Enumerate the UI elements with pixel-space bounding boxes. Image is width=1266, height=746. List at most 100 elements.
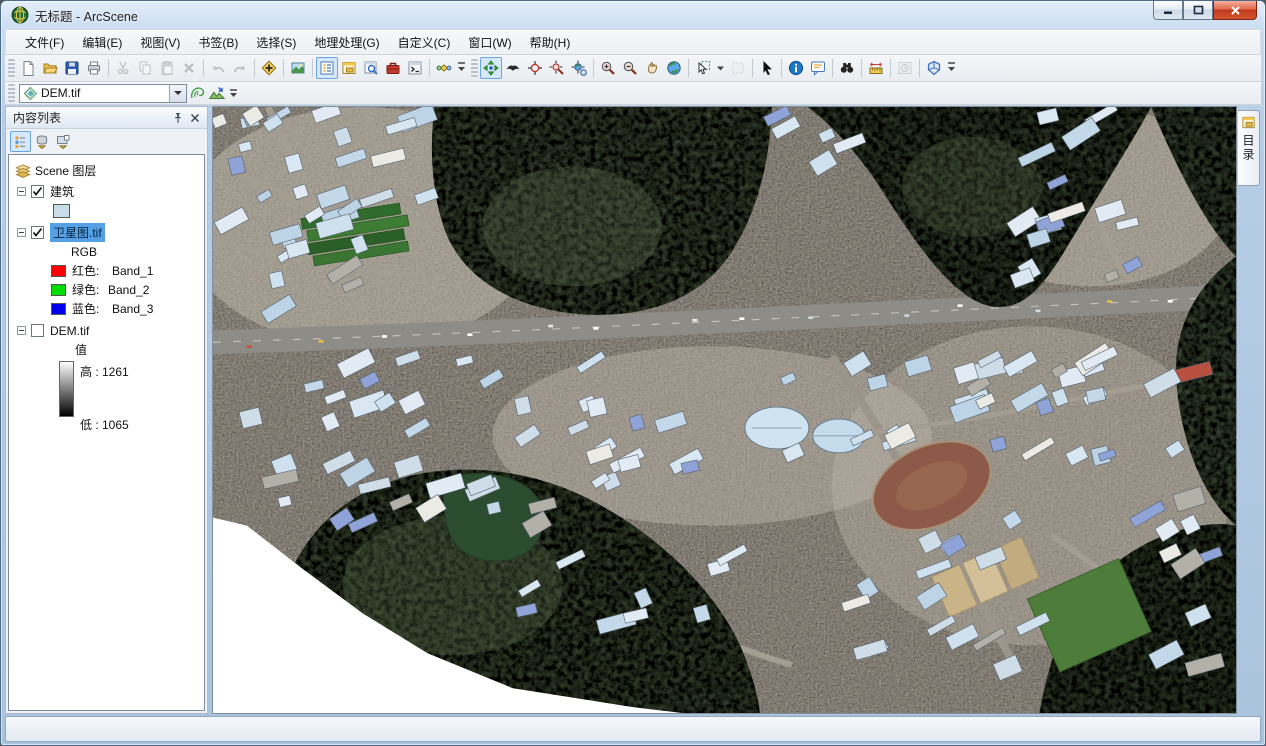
toolbar-overflow-button[interactable] [227,82,240,104]
layer-select-combo[interactable]: DEM.tif [19,84,187,103]
toolbar-grip[interactable] [8,59,15,77]
full-extent-button[interactable] [663,57,685,79]
restore-icon [1193,5,1204,15]
clear-selection-icon [730,60,746,76]
menu-window[interactable]: 窗口(W) [459,30,520,55]
building-symbol-swatch[interactable] [53,204,70,218]
select-graphics-dropdown[interactable] [714,57,727,79]
scene-layers-group[interactable]: Scene 图层 [15,161,204,180]
satellite-layer-label[interactable]: 卫星图.tif [50,223,105,242]
dem-checkbox[interactable] [31,324,44,337]
minimize-button[interactable] [1153,1,1183,20]
find-button[interactable] [836,57,858,79]
catalog-window-button[interactable] [338,57,360,79]
html-popup-button[interactable] [807,57,829,79]
catalog-tab[interactable]: 目录 [1238,110,1260,186]
zoom-to-target-button[interactable] [546,57,568,79]
satellite-checkbox[interactable] [31,226,44,239]
close-button[interactable] [1213,1,1257,20]
title-bar[interactable]: 无标题 - ArcScene [5,1,1261,29]
building-layer-label[interactable]: 建筑 [50,183,74,200]
select-features-button[interactable] [756,57,778,79]
collapse-toggle[interactable] [17,326,26,335]
python-window-icon [407,60,423,76]
new-document-button[interactable] [17,57,39,79]
menu-help[interactable]: 帮助(H) [521,30,580,55]
toolbar-overflow-button[interactable] [455,57,468,79]
arcscene-logo-icon [11,6,29,24]
scene-group-label[interactable]: Scene 图层 [35,162,96,179]
fly-icon [505,60,521,76]
main-area: 内容列表 Scene 图层 建筑 [5,106,1261,714]
band-green-swatch [51,284,66,296]
identify-button[interactable] [785,57,807,79]
list-by-source-button[interactable] [31,131,52,152]
pin-icon [172,112,184,124]
dem-value-row: 值 [15,340,204,359]
menu-customize[interactable]: 自定义(C) [389,30,460,55]
separator [752,59,753,77]
redo-icon [232,60,248,76]
save-button[interactable] [61,57,83,79]
band-red-name: 红色: [72,262,112,279]
collapse-toggle[interactable] [17,187,26,196]
separator [861,59,862,77]
modelbuilder-icon [436,60,452,76]
pan-icon [644,60,660,76]
select-graphics-button[interactable] [692,57,714,79]
navigate-button[interactable] [480,57,502,79]
scene-3d-view[interactable] [213,107,1236,713]
layer-satellite[interactable]: 卫星图.tif [15,223,204,242]
print-icon [86,60,102,76]
menu-file[interactable]: 文件(F) [16,30,73,55]
steepest-path-icon [209,85,225,101]
print-button[interactable] [83,57,105,79]
center-on-target-button[interactable] [524,57,546,79]
catalog-window-icon [1241,115,1256,130]
viewer-3d-button[interactable] [923,57,945,79]
layer-combo-dropdown[interactable] [169,85,186,102]
list-by-visibility-button[interactable] [52,131,73,152]
maximize-button[interactable] [1183,1,1213,20]
separator [254,59,255,77]
band-red-swatch [51,265,66,277]
python-window-button[interactable] [404,57,426,79]
menu-edit[interactable]: 编辑(E) [73,30,131,55]
arctoolbox-button[interactable] [382,57,404,79]
toolbar-grip[interactable] [8,84,15,102]
menu-geoprocessing[interactable]: 地理处理(G) [305,30,388,55]
zoom-out-button[interactable] [619,57,641,79]
modelbuilder-button[interactable] [433,57,455,79]
toolbar-grip[interactable] [471,59,478,77]
menu-selection[interactable]: 选择(S) [247,30,305,55]
toolbar-overflow-button[interactable] [945,57,958,79]
toc-header[interactable]: 内容列表 [6,107,207,129]
menu-bookmarks[interactable]: 书签(B) [189,30,247,55]
toc-window-button[interactable] [316,57,338,79]
layer-dem[interactable]: DEM.tif [15,321,204,340]
zoom-in-button[interactable] [597,57,619,79]
pan-button[interactable] [641,57,663,79]
fly-button[interactable] [502,57,524,79]
layer-building[interactable]: 建筑 [15,182,204,201]
scene-viewer-button[interactable] [287,57,309,79]
observer-target-button[interactable] [568,57,590,79]
separator [108,59,109,77]
add-data-button[interactable] [258,57,280,79]
measure-button[interactable] [865,57,887,79]
layers-icon [15,163,31,179]
list-by-drawing-order-button[interactable] [10,131,31,152]
toc-close-button[interactable] [186,109,203,126]
open-button[interactable] [39,57,61,79]
create-contours-button[interactable] [187,83,207,103]
building-checkbox[interactable] [31,185,44,198]
undo-icon [210,60,226,76]
menu-view[interactable]: 视图(V) [131,30,189,55]
search-window-button[interactable] [360,57,382,79]
catalog-tab-label: 目录 [1240,134,1257,162]
collapse-toggle[interactable] [17,228,26,237]
scene-viewport[interactable]: 头条 @水经注GIS [212,106,1237,714]
pin-button[interactable] [169,109,186,126]
dem-layer-label[interactable]: DEM.tif [50,324,89,338]
steepest-path-button[interactable] [207,83,227,103]
